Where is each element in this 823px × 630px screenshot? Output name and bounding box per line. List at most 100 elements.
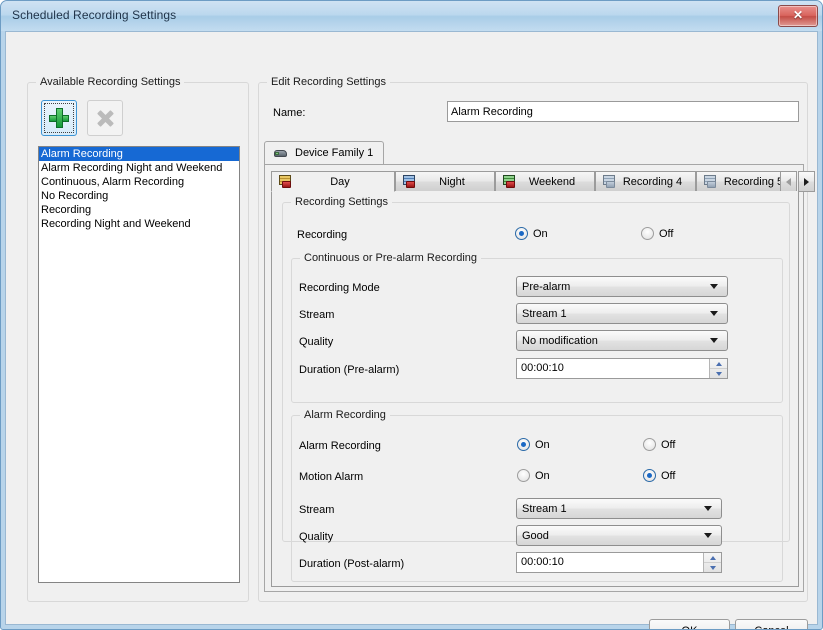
cancel-button-label: Cancel [754,625,788,630]
chevron-down-icon [710,284,718,289]
tab-day[interactable]: Day [271,171,395,192]
prealarm-quality-select[interactable]: No modification [516,330,728,351]
recording-label: Recording [297,229,348,241]
alarm-recording-on-radio[interactable]: On [517,438,550,451]
motion-alarm-off-radio[interactable]: Off [643,469,675,482]
chevron-right-icon [804,177,809,186]
database-grey-icon [602,175,617,189]
prealarm-stream-select[interactable]: Stream 1 [516,303,728,324]
list-item[interactable]: Recording Night and Weekend [39,217,239,231]
alarm-stream-value: Stream 1 [522,502,567,515]
dialog-window: Scheduled Recording Settings ✕ Available… [0,0,823,630]
alarm-duration-label: Duration (Post-alarm) [299,558,405,570]
tab-scroll-right-button[interactable] [798,171,815,192]
x-icon [96,109,114,127]
caret-down-icon [709,565,716,570]
chevron-down-icon [710,311,718,316]
list-item[interactable]: No Recording [39,189,239,203]
motion-alarm-label: Motion Alarm [299,471,364,483]
chevron-down-icon [704,506,712,511]
tab-night[interactable]: Night [395,171,495,192]
tab-scroll-left-button[interactable] [780,171,797,192]
available-recording-settings-group: Available Recording Settings Alarm Recor… [27,76,249,602]
tab-recording-4[interactable]: Recording 4 [595,171,696,192]
device-family-tabbar: Device Family 1 [264,141,804,164]
camera-icon [273,147,289,159]
caret-up-icon [715,361,722,366]
alarm-quality-select[interactable]: Good [516,525,722,546]
prealarm-stream-value: Stream 1 [522,307,567,320]
alarm-duration-stepper[interactable]: 00:00:10 [516,552,722,573]
day-tab-content: Recording Settings Recording On Off Cont… [271,191,799,587]
database-blue-icon [402,175,417,189]
prealarm-stream-label: Stream [299,309,335,321]
recording-settings-group-title: Recording Settings [291,196,392,208]
cancel-button[interactable]: Cancel [735,619,808,630]
alarm-stream-select[interactable]: Stream 1 [516,498,722,519]
device-family-tabpanel: Day Night Weekend Recording 4 Recording … [264,164,815,592]
list-item[interactable]: Recording [39,203,239,217]
prealarm-duration-stepper[interactable]: 00:00:10 [516,358,728,379]
recording-mode-select[interactable]: Pre-alarm [516,276,728,297]
plus-icon [49,108,69,128]
alarm-duration-value: 00:00:10 [521,556,564,568]
prealarm-quality-value: No modification [522,334,598,347]
database-grey-icon [703,175,718,189]
prealarm-duration-label: Duration (Pre-alarm) [299,364,400,376]
name-input[interactable] [447,101,799,122]
motion-alarm-off-label: Off [661,469,676,482]
window-title: Scheduled Recording Settings [12,8,177,22]
edit-recording-settings-group: Edit Recording Settings Name: Device Fam… [258,76,815,602]
stepper-buttons [709,359,727,378]
radio-dot-icon [643,469,656,482]
motion-alarm-on-label: On [535,469,550,482]
available-group-title: Available Recording Settings [36,76,185,88]
alarm-stream-label: Stream [299,504,335,516]
list-item[interactable]: Alarm Recording Night and Weekend [39,161,239,175]
delete-recording-setting-button[interactable] [87,100,123,136]
list-item[interactable]: Continuous, Alarm Recording [39,175,239,189]
tab-weekend[interactable]: Weekend [495,171,595,192]
alarm-recording-group: Alarm Recording Alarm Recording On Off M… [291,409,783,582]
radio-dot-icon [643,438,656,451]
caret-down-icon [715,371,722,376]
caret-up-icon [709,555,716,560]
add-recording-setting-button[interactable] [41,100,77,136]
radio-dot-icon [517,469,530,482]
edit-group-title: Edit Recording Settings [267,76,390,88]
radio-dot-icon [515,227,528,240]
stepper-up-button[interactable] [704,553,721,563]
recording-mode-value: Pre-alarm [522,280,571,293]
close-icon: ✕ [792,8,804,22]
recording-off-label: Off [659,227,674,240]
list-item[interactable]: Alarm Recording [39,147,239,161]
chevron-left-icon [786,177,791,186]
dialog-body: Available Recording Settings Alarm Recor… [5,31,818,629]
tab-device-family-1[interactable]: Device Family 1 [264,141,385,164]
recording-on-radio[interactable]: On [515,227,548,240]
alarm-recording-off-label: Off [661,438,676,451]
database-gold-icon [278,175,293,189]
prealarm-quality-label: Quality [299,336,334,348]
stepper-up-button[interactable] [710,359,727,369]
ok-button[interactable]: OK [649,619,730,630]
alarm-recording-label: Alarm Recording [299,440,381,452]
close-button[interactable]: ✕ [778,5,818,27]
stepper-down-button[interactable] [710,369,727,378]
alarm-recording-on-label: On [535,438,550,451]
ok-button-label: OK [682,625,698,630]
motion-alarm-on-radio[interactable]: On [517,469,550,482]
chevron-down-icon [710,338,718,343]
chevron-down-icon [704,533,712,538]
recording-off-radio[interactable]: Off [641,227,673,240]
recording-on-label: On [533,227,548,240]
stepper-buttons [703,553,721,572]
alarm-quality-label: Quality [299,531,334,543]
title-bar: Scheduled Recording Settings ✕ [1,1,822,31]
stepper-down-button[interactable] [704,563,721,572]
recording-settings-list[interactable]: Alarm Recording Alarm Recording Night an… [38,146,240,583]
name-label: Name: [273,107,306,119]
recording-mode-label: Recording Mode [299,282,380,294]
alarm-recording-off-radio[interactable]: Off [643,438,675,451]
database-green-icon [502,175,517,189]
